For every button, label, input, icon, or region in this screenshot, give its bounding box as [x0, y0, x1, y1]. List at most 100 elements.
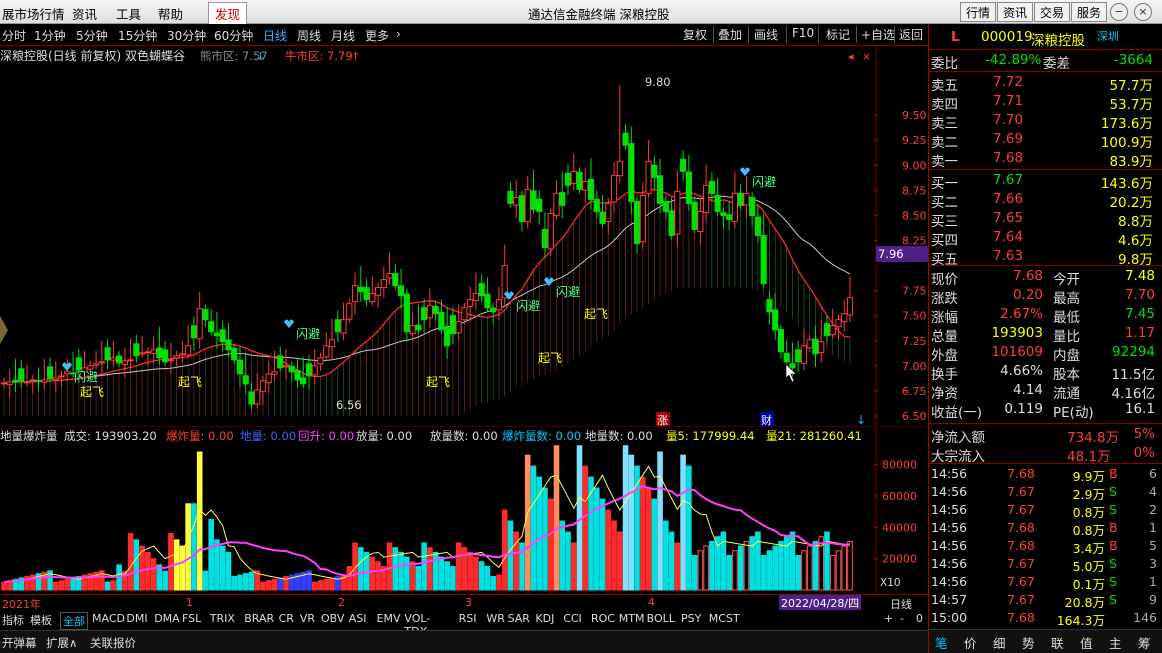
- quote-tab[interactable]: 细: [993, 633, 1006, 652]
- period-tab[interactable]: 周线: [297, 27, 321, 44]
- flow-pct: 5%: [1133, 426, 1155, 442]
- indicator-tab[interactable]: RSI: [459, 612, 477, 625]
- candle: [323, 345, 330, 358]
- indicator-tab[interactable]: ROC: [591, 612, 615, 625]
- candle: [305, 363, 313, 377]
- more-arrow-icon[interactable]: ›: [396, 27, 401, 41]
- indicator-tab[interactable]: WR: [486, 612, 505, 625]
- volume-bar: [559, 520, 566, 591]
- indicator-tab[interactable]: VR: [300, 612, 315, 625]
- quote-tab[interactable]: 值: [1080, 633, 1093, 652]
- quote-tab[interactable]: 联: [1051, 633, 1064, 652]
- btn-trade[interactable]: 交易: [1034, 2, 1071, 22]
- quote-tab[interactable]: 笔: [935, 633, 948, 652]
- volume-bar: [686, 465, 692, 591]
- menu-discover[interactable]: 发现: [208, 2, 248, 25]
- tool-button[interactable]: 返回: [899, 26, 923, 43]
- volume-bar: [593, 487, 600, 591]
- expand-tab[interactable]: 扩展∧: [46, 635, 77, 651]
- btn-info[interactable]: 资讯: [997, 2, 1034, 22]
- zero-button[interactable]: 0: [916, 612, 923, 625]
- indicator-tab[interactable]: MCST: [709, 612, 740, 625]
- stat-label: 总量: [931, 329, 958, 345]
- period-tab[interactable]: 30分钟: [167, 27, 206, 44]
- indicator-tab[interactable]: MACD: [92, 612, 125, 625]
- candle: [703, 184, 710, 213]
- indicator-tab[interactable]: MTM: [619, 612, 645, 625]
- indicator-tab[interactable]: TRIX: [210, 612, 235, 625]
- indicator-tab[interactable]: EMV: [377, 612, 401, 625]
- minus-button[interactable]: -: [900, 612, 904, 625]
- candle: [0, 382, 8, 385]
- divider: [929, 265, 1162, 266]
- period-tab[interactable]: 15分钟: [118, 27, 157, 44]
- period-tab[interactable]: 60分钟: [214, 27, 253, 44]
- quote-tab[interactable]: 筹: [1138, 633, 1151, 652]
- related-quote-tab[interactable]: 关联报价: [90, 635, 136, 651]
- candle: [490, 307, 497, 313]
- menu-market[interactable]: 展市场行情: [2, 4, 65, 23]
- tick-row: 14:56 7.67 5.0万 S 3: [929, 555, 1162, 574]
- minimize-icon[interactable]: −: [1110, 3, 1128, 21]
- btn-quote[interactable]: 行情: [960, 2, 997, 22]
- all-tab[interactable]: 全部: [60, 612, 88, 630]
- volume-bar: [473, 556, 479, 591]
- period-tab[interactable]: 5分钟: [76, 27, 108, 44]
- quote-tab[interactable]: 价: [964, 633, 977, 652]
- ind-tab-label[interactable]: 指标: [2, 612, 24, 628]
- tool-button[interactable]: +自选: [861, 26, 895, 43]
- indicator-tab[interactable]: CCI: [563, 612, 582, 625]
- period-tab[interactable]: 月线: [331, 27, 355, 44]
- candle: [697, 210, 704, 232]
- volume-bar: [766, 550, 773, 591]
- candle: [472, 293, 480, 301]
- indicator-tab[interactable]: DMA: [154, 612, 180, 625]
- template-tab[interactable]: 模板: [30, 612, 52, 628]
- btn-service[interactable]: 服务: [1071, 2, 1108, 22]
- indicator-tab[interactable]: SAR: [508, 612, 530, 625]
- candle: [179, 353, 186, 356]
- volume-unit: X10: [880, 577, 901, 589]
- quote-tab[interactable]: 主: [1109, 633, 1122, 652]
- danmaku-tab[interactable]: 开弹幕: [2, 635, 37, 651]
- indicator-tab[interactable]: OBV: [321, 612, 344, 625]
- ask-label: 卖三: [931, 116, 958, 132]
- candle: [645, 160, 652, 195]
- close-icon[interactable]: ×: [1134, 3, 1152, 21]
- indicator-tab[interactable]: ASI: [349, 612, 367, 625]
- indicator-tab[interactable]: BRAR: [244, 612, 274, 625]
- menu-tools[interactable]: 工具: [116, 4, 141, 23]
- candle: [196, 308, 203, 340]
- collapse-icon[interactable]: ◂: [848, 50, 854, 63]
- period-tab-active[interactable]: 日线: [263, 27, 287, 44]
- quote-tab[interactable]: 势: [1022, 633, 1035, 652]
- volume-chart[interactable]: 地量爆炸量 成交: 193903.20 爆炸量: 0.00 地量: 0.00 回…: [0, 426, 928, 594]
- indicator-tab[interactable]: BOLL: [647, 612, 675, 625]
- tool-button[interactable]: 标记: [826, 26, 850, 43]
- indicator-tab[interactable]: PSY: [681, 612, 701, 625]
- tool-button[interactable]: 复权: [683, 26, 707, 43]
- period-tab-more[interactable]: 更多: [365, 27, 389, 44]
- volume-bar: [242, 573, 249, 591]
- tool-button[interactable]: 画线: [754, 26, 778, 43]
- period-tab[interactable]: 1分钟: [34, 27, 66, 44]
- menu-news[interactable]: 资讯: [72, 4, 97, 23]
- stat-label: 现价: [931, 272, 958, 288]
- candle: [674, 190, 681, 235]
- close-panel-icon[interactable]: ×: [862, 50, 871, 63]
- tool-button[interactable]: 叠加: [718, 26, 742, 43]
- indicator-tab[interactable]: CR: [279, 612, 294, 625]
- indicator-tab[interactable]: DMI: [126, 612, 147, 625]
- indicator-tab[interactable]: KDJ: [535, 612, 554, 625]
- candle: [144, 351, 151, 354]
- plus-button[interactable]: +: [884, 612, 893, 625]
- period-tab[interactable]: 分时: [2, 27, 26, 44]
- candle: [133, 343, 140, 357]
- candle: [317, 357, 324, 365]
- menu-help[interactable]: 帮助: [158, 4, 183, 23]
- indicator-tab[interactable]: FSL: [182, 612, 201, 625]
- candle: [449, 315, 456, 335]
- tool-button[interactable]: F10: [792, 26, 814, 40]
- kline-chart[interactable]: 深粮控股(日线 前复权) 双色蝴蝶谷 熊市区: 7.57 ↓ 牛市区: 7.79…: [0, 46, 928, 426]
- volume-bar: [680, 454, 686, 591]
